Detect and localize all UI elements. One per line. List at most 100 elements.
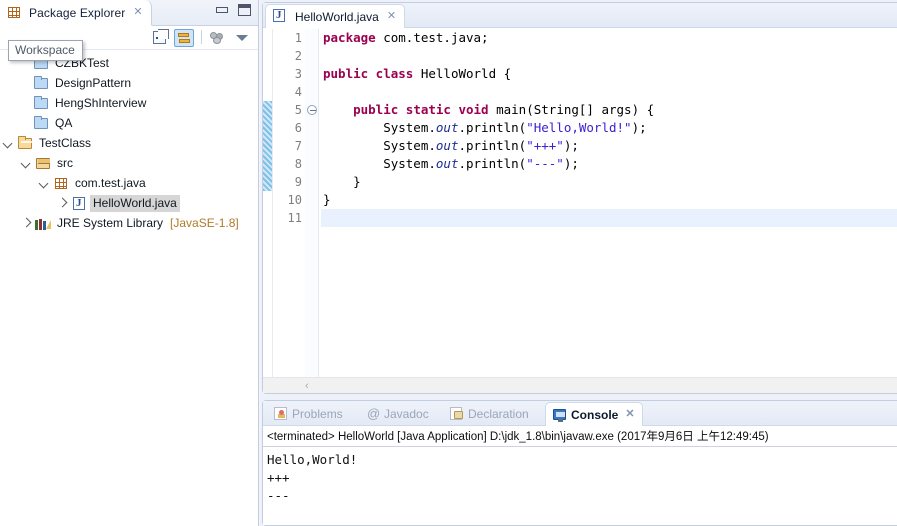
chevron-down-icon[interactable] (18, 153, 34, 173)
chevron-right-icon[interactable] (18, 213, 34, 233)
problems-icon (274, 407, 288, 421)
line-number: 3 (294, 67, 302, 81)
line-number: 1 (294, 31, 302, 45)
minimize-icon[interactable] (215, 4, 228, 16)
tree-item-src[interactable]: src (0, 153, 258, 173)
focus-on-active-task-icon[interactable] (208, 29, 228, 47)
terminated-process-label: <terminated> HelloWorld [Java Applicatio… (263, 427, 897, 447)
collapse-all-icon[interactable] (150, 29, 170, 47)
code-line[interactable] (321, 83, 897, 101)
tab-javadoc[interactable]: @ Javadoc (359, 402, 436, 426)
editor-horizontal-scrollbar[interactable]: ‹ (263, 377, 897, 393)
tab-declaration[interactable]: Declaration (443, 402, 536, 426)
code-line[interactable]: public class HelloWorld { (321, 65, 897, 83)
code-token: package (323, 30, 384, 45)
tab-problems[interactable]: Problems (267, 402, 350, 426)
source-folder-icon (34, 154, 52, 172)
declaration-icon (450, 407, 464, 421)
tree-item-label: HengShInterview (55, 95, 147, 110)
tree-item-helloworld-java[interactable]: HelloWorld.java (0, 193, 258, 213)
tree-item-suffix: [JavaSE-1.8] (170, 216, 239, 230)
tree-item-label: JRE System Library (57, 215, 164, 230)
code-line[interactable]: System.out.println("+++"); (321, 137, 897, 155)
code-line[interactable]: System.out.println("---"); (321, 155, 897, 173)
tree-item-testclass[interactable]: TestClass (0, 133, 258, 153)
view-menu-icon[interactable] (232, 29, 252, 47)
code-editor[interactable]: 1 2 3 4 5 6 7 8 9 10 11 package com.test.java; pub… (263, 29, 897, 393)
code-token: ); (563, 156, 579, 171)
chevron-down-icon[interactable] (0, 133, 16, 153)
close-icon[interactable]: ✕ (625, 409, 634, 420)
code-token: out (435, 156, 459, 171)
tree-item-com-test-java[interactable]: com.test.java (0, 173, 258, 193)
code-line[interactable]: } (321, 173, 897, 191)
code-token: System. (323, 120, 436, 135)
console-part: Problems @ Javadoc Declaration Console ✕ <ter… (262, 400, 897, 526)
changed-lines-marker (263, 101, 272, 191)
workspace-tooltip: Workspace (8, 40, 83, 61)
code-line[interactable] (321, 209, 897, 227)
chevron-right-icon[interactable] (54, 193, 70, 213)
close-icon[interactable]: ✕ (133, 7, 142, 18)
close-icon[interactable]: ✕ (387, 11, 396, 22)
tree-item-label: TestClass (39, 135, 92, 150)
javadoc-icon: @ (367, 406, 381, 421)
code-token: "---" (526, 156, 564, 171)
code-line[interactable]: System.out.println("Hello,World!"); (321, 119, 897, 137)
source-code[interactable]: package com.test.java; public class Hell… (321, 29, 897, 377)
tree-item-label: DesignPattern (55, 75, 132, 90)
code-token: .println( (458, 138, 527, 153)
line-number-ruler: 1 2 3 4 5 6 7 8 9 10 11 (273, 29, 305, 377)
console-tab-label: Console (571, 407, 619, 422)
project-closed-icon (32, 74, 50, 92)
code-token: System. (323, 156, 436, 171)
code-line[interactable] (321, 47, 897, 65)
code-token: } (323, 174, 361, 189)
scroll-left-icon[interactable]: ‹ (305, 381, 309, 392)
tree-item-label: QA (55, 115, 73, 130)
project-tree[interactable]: CZBKTest DesignPattern HengShInterview QA Te… (0, 51, 258, 526)
tree-item-qa[interactable]: QA (0, 113, 258, 133)
code-token: public static void (353, 102, 497, 117)
code-token: "Hello,World!" (526, 120, 632, 135)
tree-item-label: com.test.java (75, 175, 146, 190)
tree-item-hengshinterview[interactable]: HengShInterview (0, 93, 258, 113)
console-tab-row: Problems @ Javadoc Declaration Console ✕ (263, 401, 897, 426)
java-file-icon (272, 8, 288, 26)
console-body[interactable]: <terminated> HelloWorld [Java Applicatio… (263, 427, 897, 525)
code-line[interactable]: package com.test.java; (321, 29, 897, 47)
code-line[interactable]: public static void main(String[] args) { (321, 101, 897, 119)
link-with-editor-icon[interactable] (174, 29, 194, 47)
package-explorer-view: Package Explorer ✕ CZBKTest DesignPattern… (0, 0, 259, 526)
fold-collapse-icon[interactable] (307, 105, 317, 115)
line-number: 8 (294, 157, 302, 171)
tree-item-label: HelloWorld.java (90, 194, 180, 212)
line-number: 4 (294, 85, 302, 99)
code-line[interactable]: } (321, 191, 897, 209)
jre-library-icon (34, 214, 52, 232)
project-closed-icon (32, 114, 50, 132)
console-icon (553, 408, 567, 422)
tab-package-explorer[interactable]: Package Explorer ✕ (0, 0, 152, 26)
tree-item-designpattern[interactable]: DesignPattern (0, 73, 258, 93)
tree-item-jre-system-library[interactable]: JRE System Library [JavaSE-1.8] (0, 213, 258, 233)
chevron-down-icon[interactable] (36, 173, 52, 193)
line-number: 2 (294, 49, 302, 63)
code-token: ); (563, 138, 579, 153)
tab-helloworld-java[interactable]: HelloWorld.java ✕ (265, 4, 406, 28)
package-explorer-title: Package Explorer (29, 5, 126, 20)
line-number: 7 (294, 139, 302, 153)
line-number: 9 (294, 175, 302, 189)
project-open-icon (16, 134, 34, 152)
maximize-icon[interactable] (238, 4, 251, 16)
editor-and-console-area: HelloWorld.java ✕ 1 2 3 4 5 6 7 8 9 10 11 package … (260, 0, 897, 526)
tab-console[interactable]: Console ✕ (545, 402, 643, 426)
folding-ruler[interactable] (305, 29, 319, 377)
code-token: HelloWorld { (420, 66, 512, 81)
